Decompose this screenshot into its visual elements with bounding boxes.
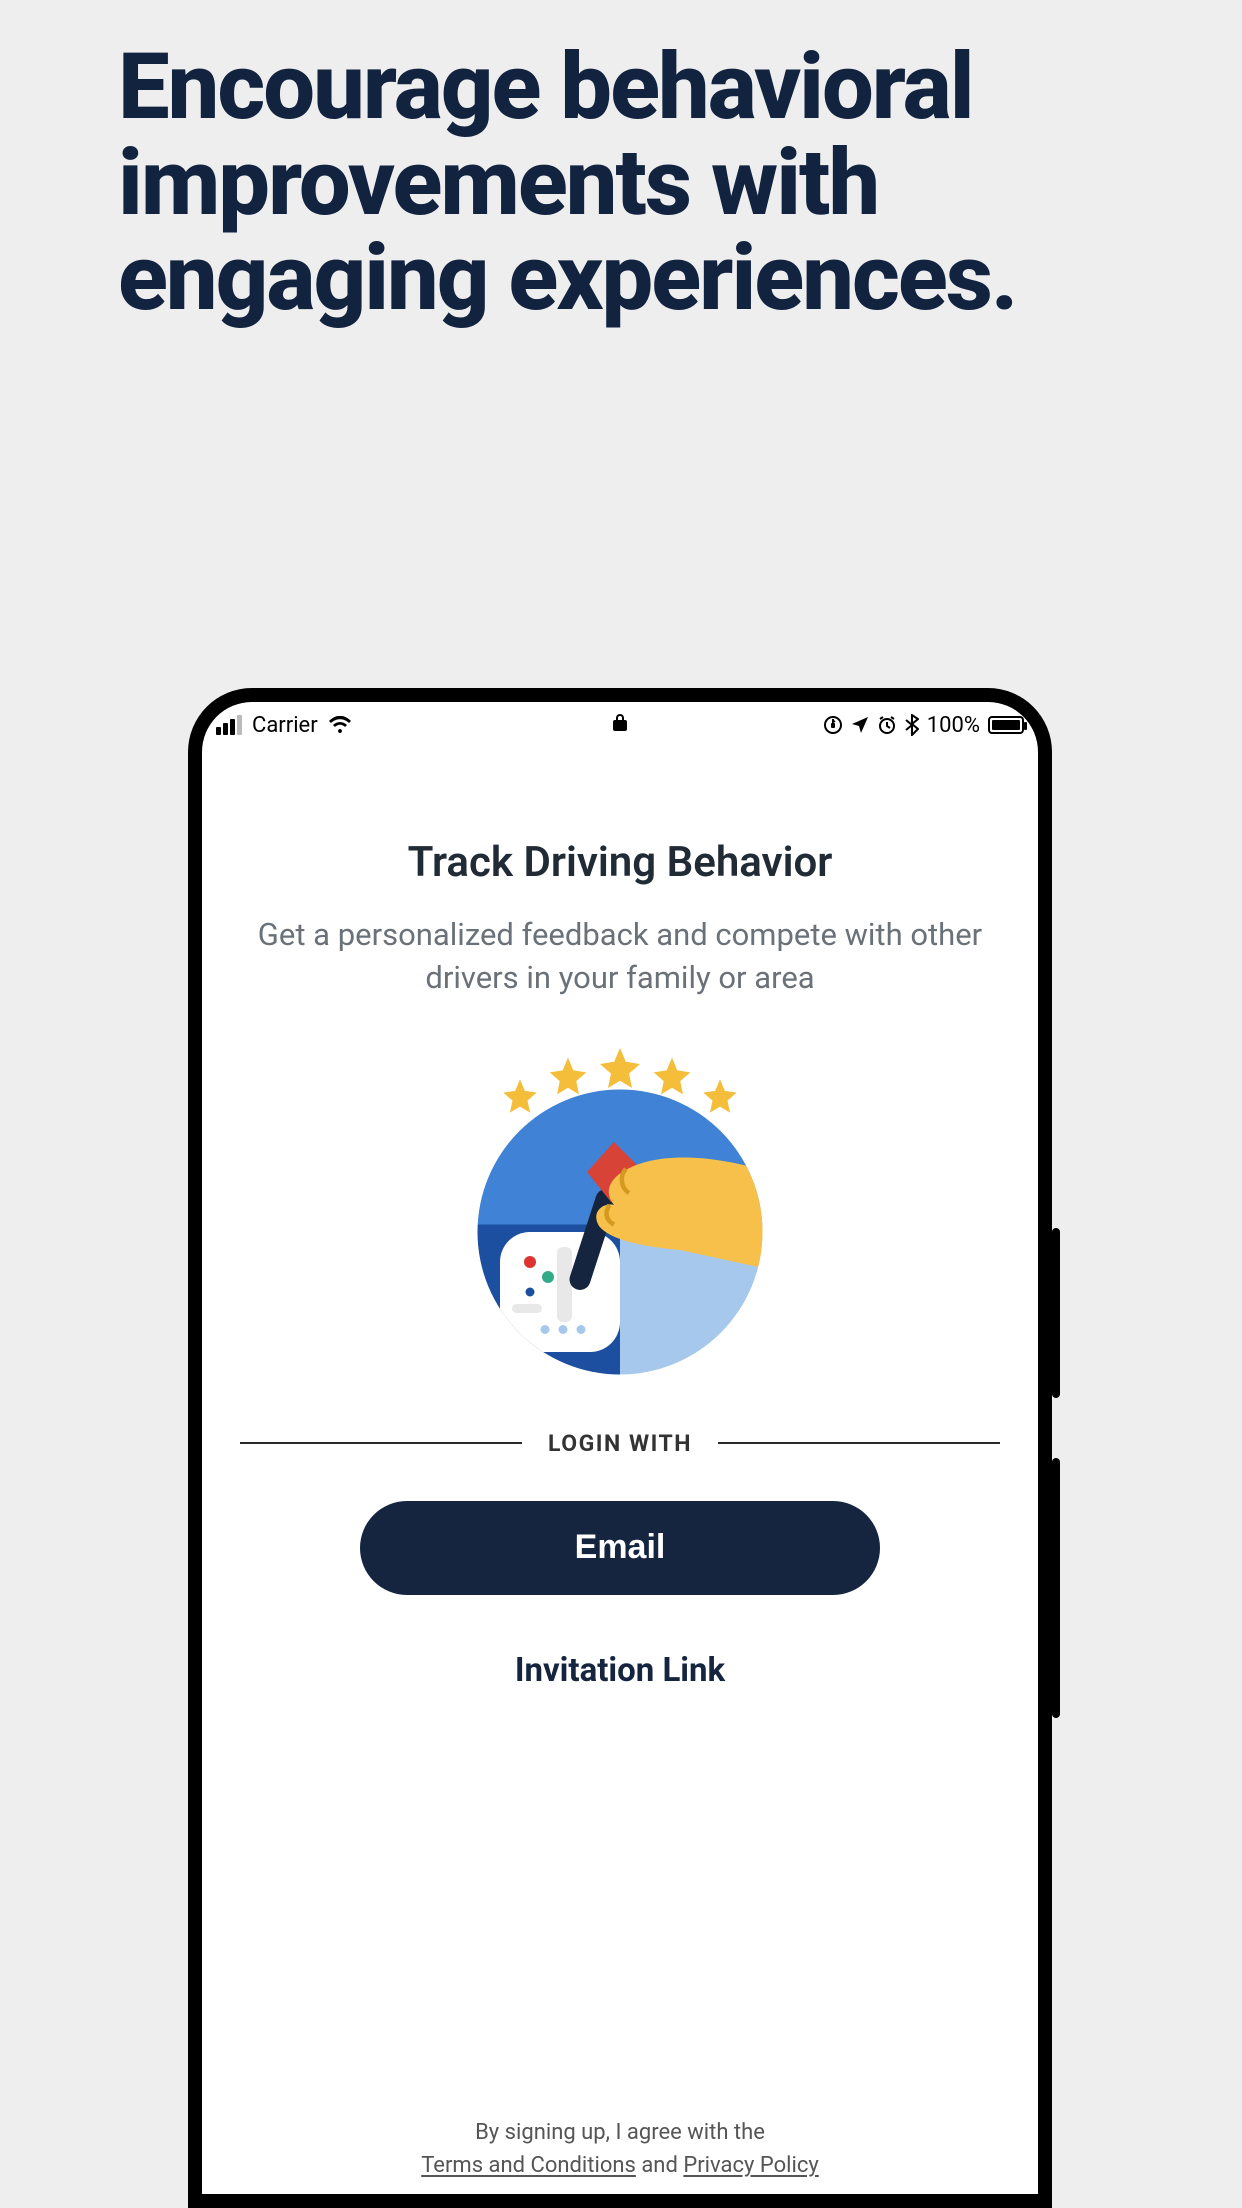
lock-icon <box>612 712 628 732</box>
phone-frame: Carrier <box>188 688 1052 2208</box>
star-icon <box>596 1044 644 1092</box>
bluetooth-icon <box>905 714 919 736</box>
wifi-icon <box>328 716 352 734</box>
page-subtitle: Get a personalized feedback and compete … <box>232 913 1008 1000</box>
star-icon <box>546 1054 590 1098</box>
login-divider: LOGIN WITH <box>232 1430 1008 1457</box>
signup-agreement: By signing up, I agree with the Terms an… <box>202 2116 1038 2194</box>
alarm-icon <box>877 715 897 735</box>
agreement-intro: By signing up, I agree with the <box>475 2120 765 2145</box>
divider-line <box>240 1442 522 1444</box>
divider-line <box>718 1442 1000 1444</box>
login-with-label: LOGIN WITH <box>548 1430 692 1457</box>
star-icon <box>700 1076 740 1116</box>
location-icon <box>851 716 869 734</box>
agreement-and: and <box>636 2153 683 2178</box>
status-bar: Carrier <box>202 702 1038 748</box>
page-title: Track Driving Behavior <box>408 838 833 887</box>
email-login-button[interactable]: Email <box>360 1501 880 1595</box>
invitation-link[interactable]: Invitation Link <box>515 1651 725 1690</box>
star-icon <box>650 1054 694 1098</box>
privacy-link[interactable]: Privacy Policy <box>683 2153 818 2178</box>
hero-illustration <box>470 1044 770 1382</box>
marketing-headline: Encourage behavioral improvements with e… <box>118 40 1182 327</box>
star-icon <box>500 1076 540 1116</box>
stars-row <box>500 1044 740 1092</box>
phone-screen: Carrier <box>202 702 1038 2194</box>
rotation-lock-icon <box>823 715 843 735</box>
phone-side-button <box>1052 1458 1060 1718</box>
onboarding-content: Track Driving Behavior Get a personalize… <box>202 748 1038 2116</box>
terms-link[interactable]: Terms and Conditions <box>421 2153 636 2178</box>
phone-side-button <box>1052 1228 1060 1398</box>
battery-percentage: 100% <box>927 713 980 738</box>
signal-icon <box>216 715 242 735</box>
battery-icon <box>988 716 1024 734</box>
driving-illustration-icon <box>470 1082 770 1382</box>
carrier-label: Carrier <box>252 713 318 738</box>
